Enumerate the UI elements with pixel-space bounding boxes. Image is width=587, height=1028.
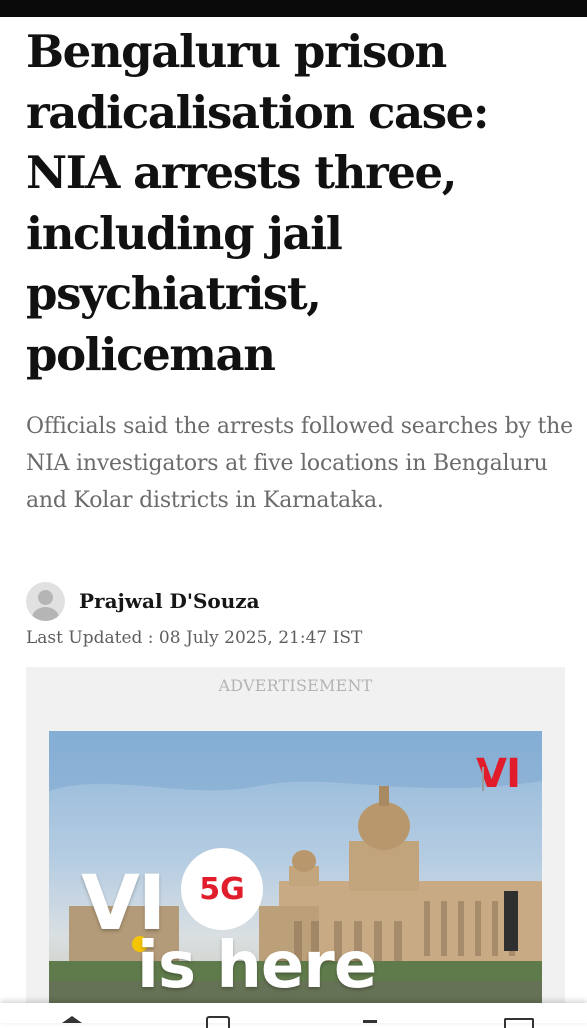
user-avatar-placeholder-icon <box>26 581 65 621</box>
last-updated-timestamp: Last Updated : 08 July 2025, 21:47 IST <box>26 628 363 648</box>
ad-5g-badge: 5G <box>181 848 263 930</box>
advertisement-banner[interactable]: VI VI 5G is here <box>49 731 542 1023</box>
advertisement-label: ADVERTISEMENT <box>218 676 373 695</box>
article-summary: Officials said the arrests followed sear… <box>26 414 573 513</box>
bottom-navigation-bar <box>0 1003 587 1028</box>
article-headline: Bengaluru prison radicalisation case: NI… <box>26 25 489 381</box>
author-name[interactable]: Prajwal D'Souza <box>79 589 260 613</box>
ad-tagline: is here <box>137 929 377 1003</box>
window-icon[interactable] <box>504 1018 534 1028</box>
logo-divider <box>482 767 484 791</box>
status-bar <box>0 0 587 17</box>
byline: Prajwal D'Souza <box>26 581 260 621</box>
home-icon[interactable] <box>62 1016 82 1023</box>
document-icon[interactable] <box>206 1016 230 1028</box>
